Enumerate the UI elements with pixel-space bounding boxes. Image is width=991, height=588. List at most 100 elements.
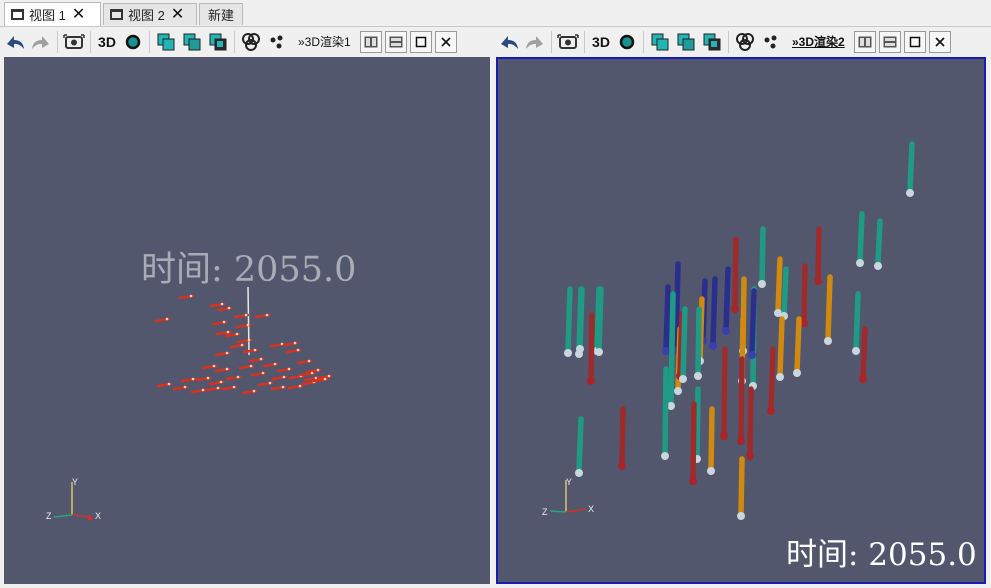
cube-alt-button[interactable] bbox=[673, 30, 699, 54]
tab-view-1[interactable]: 视图 1 ✕ bbox=[4, 2, 101, 26]
maximize-icon bbox=[909, 36, 920, 47]
cube-alt-button[interactable] bbox=[179, 30, 205, 54]
arrow-tip bbox=[247, 338, 251, 342]
venn-button[interactable] bbox=[238, 30, 264, 54]
redo-camera-icon bbox=[526, 35, 543, 49]
tube-end-sphere bbox=[824, 337, 832, 345]
axis-y-label: Y bbox=[72, 477, 78, 487]
cube-dark-icon bbox=[209, 33, 227, 50]
dots-icon bbox=[764, 35, 777, 48]
tube-glyph bbox=[690, 401, 697, 482]
view-name-label[interactable]: »3D渲染1 bbox=[298, 33, 351, 50]
sphere-button[interactable] bbox=[120, 30, 146, 54]
tab-bar: 视图 1 ✕ 视图 2 ✕ 新建 bbox=[0, 0, 991, 27]
tube-glyph bbox=[694, 386, 701, 460]
arrow-tip bbox=[225, 351, 229, 355]
tube-glyph bbox=[565, 286, 573, 354]
tube-end-sphere bbox=[709, 342, 717, 350]
arrow-tip bbox=[226, 330, 230, 334]
close-icon[interactable]: ✕ bbox=[171, 6, 184, 23]
dots-button[interactable] bbox=[758, 30, 784, 54]
venn-button[interactable] bbox=[732, 30, 758, 54]
tube-end-sphere bbox=[576, 345, 584, 353]
screenshot-button[interactable] bbox=[61, 30, 87, 54]
cube-button[interactable] bbox=[647, 30, 673, 54]
split-horizontal-button[interactable] bbox=[359, 30, 382, 53]
tab-label: 视图 1 bbox=[29, 8, 66, 23]
tube-glyph bbox=[588, 312, 595, 382]
tab-label: 视图 2 bbox=[128, 8, 165, 23]
view-name-label[interactable]: »3D渲染2 bbox=[792, 33, 845, 50]
arrow-tip bbox=[310, 371, 314, 375]
3d-toggle-button[interactable]: 3D bbox=[588, 30, 614, 54]
arrow-tip bbox=[327, 374, 331, 378]
split-vertical-button[interactable] bbox=[384, 30, 407, 53]
redo-camera-button[interactable] bbox=[522, 30, 548, 54]
tube-end-sphere bbox=[662, 347, 670, 355]
redo-camera-button[interactable] bbox=[28, 30, 54, 54]
toolbar-separator bbox=[149, 30, 150, 53]
split-vertical-icon bbox=[389, 36, 403, 47]
close-icon bbox=[935, 36, 945, 47]
tube-glyph bbox=[775, 256, 783, 314]
split-vertical-button[interactable] bbox=[878, 30, 901, 53]
arrow-tip bbox=[225, 367, 229, 371]
axis-x-label: X bbox=[95, 511, 101, 521]
tube-end-sphere bbox=[679, 375, 687, 383]
arrow-tip bbox=[307, 359, 311, 363]
toolbar-separator bbox=[234, 30, 235, 53]
view-1-toolbar: 3D »3D渲染1 bbox=[2, 27, 492, 56]
axis-z-label: Z bbox=[542, 507, 548, 517]
sphere-icon bbox=[619, 34, 635, 49]
dots-button[interactable] bbox=[264, 30, 290, 54]
maximize-icon bbox=[415, 36, 426, 47]
arrow-tip bbox=[253, 348, 257, 352]
tube-end-sphere bbox=[587, 377, 595, 385]
maximize-button[interactable] bbox=[903, 30, 926, 53]
render-view-2[interactable]: Y X Z 时间: 2055.0 bbox=[496, 57, 986, 584]
arrow-tip bbox=[265, 313, 269, 317]
toolbar-separator bbox=[90, 30, 91, 53]
tube-glyph bbox=[825, 274, 833, 342]
tube-end-sphere bbox=[564, 349, 572, 357]
screenshot-button[interactable] bbox=[555, 30, 581, 54]
close-view-button[interactable] bbox=[434, 30, 457, 53]
tube-end-sphere bbox=[856, 259, 864, 267]
arrow-tip bbox=[246, 323, 250, 327]
tube-glyph bbox=[875, 218, 883, 267]
axis-x-label: X bbox=[588, 504, 594, 514]
tube-end-sphere bbox=[758, 280, 766, 288]
tube-glyph bbox=[723, 266, 731, 332]
tab-new[interactable]: 新建 bbox=[199, 3, 243, 25]
tube-glyph bbox=[759, 226, 766, 285]
tab-view-2[interactable]: 视图 2 ✕ bbox=[103, 3, 197, 25]
cube-button[interactable] bbox=[153, 30, 179, 54]
arrow-tip bbox=[252, 389, 256, 393]
undo-camera-button[interactable] bbox=[496, 30, 522, 54]
axes-widget: Y X Z bbox=[46, 477, 101, 521]
window-icon bbox=[110, 9, 123, 20]
axis-y-label: Y bbox=[566, 477, 572, 487]
3d-toggle-button[interactable]: 3D bbox=[94, 30, 120, 54]
split-horizontal-button[interactable] bbox=[853, 30, 876, 53]
cube-dark-button[interactable] bbox=[699, 30, 725, 54]
scene-canvas: Y X Z bbox=[542, 141, 915, 520]
cube-dark-button[interactable] bbox=[205, 30, 231, 54]
undo-camera-icon bbox=[501, 35, 518, 49]
vertical-line bbox=[247, 286, 250, 356]
view-2-toolbar: 3D »3D渲染2 bbox=[496, 27, 990, 56]
render-view-1[interactable]: 时间: 2055.0 Y X Z bbox=[4, 57, 490, 584]
tab-label: 新建 bbox=[207, 8, 234, 23]
sphere-button[interactable] bbox=[614, 30, 640, 54]
close-icon[interactable]: ✕ bbox=[72, 6, 85, 23]
tube-end-sphere bbox=[618, 462, 626, 470]
close-icon bbox=[441, 36, 451, 47]
arrow-tip bbox=[281, 385, 285, 389]
maximize-button[interactable] bbox=[409, 30, 432, 53]
cube-dark-icon bbox=[703, 33, 721, 50]
close-view-button[interactable] bbox=[928, 30, 951, 53]
undo-camera-button[interactable] bbox=[2, 30, 28, 54]
tube-end-sphere bbox=[793, 369, 801, 377]
tube-glyph bbox=[857, 211, 865, 264]
toolbar-separator bbox=[728, 30, 729, 53]
